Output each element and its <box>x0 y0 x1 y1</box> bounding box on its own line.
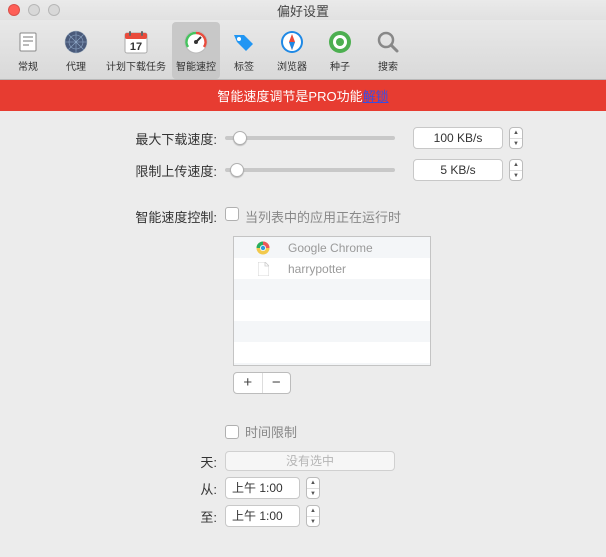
list-item <box>234 342 430 363</box>
add-app-button[interactable]: + <box>234 373 263 393</box>
chrome-icon <box>256 241 270 255</box>
max-download-row: 最大下载速度: 100 KB/s ▲▼ <box>30 127 576 149</box>
from-stepper[interactable]: ▲▼ <box>306 477 320 499</box>
tab-browsers[interactable]: 浏览器 <box>268 22 316 79</box>
calendar-icon: 17 <box>122 28 150 56</box>
tag-icon <box>230 28 258 56</box>
remove-app-button[interactable]: − <box>263 373 291 393</box>
time-limit-checkbox[interactable] <box>225 425 239 439</box>
day-select[interactable]: 没有选中 <box>225 451 395 471</box>
pro-banner: 智能速度调节是PRO功能解锁 <box>0 80 606 111</box>
list-item[interactable]: harrypotter <box>234 258 430 279</box>
smart-control-label: 智能速度控制: <box>30 207 225 226</box>
tab-search-label: 搜索 <box>378 58 398 73</box>
content: 最大下载速度: 100 KB/s ▲▼ 限制上传速度: 5 KB/s ▲▼ 智能… <box>0 111 606 557</box>
tab-search[interactable]: 搜索 <box>364 22 412 79</box>
search-icon <box>374 28 402 56</box>
list-item <box>234 363 430 366</box>
tab-tags[interactable]: 标签 <box>220 22 268 79</box>
tab-scheduler[interactable]: 17 计划下载任务 <box>100 22 172 79</box>
titlebar: 偏好设置 <box>0 0 606 20</box>
tab-general-label: 常规 <box>18 58 38 73</box>
tab-proxy[interactable]: 代理 <box>52 22 100 79</box>
tab-proxy-label: 代理 <box>66 58 86 73</box>
list-item <box>234 300 430 321</box>
stepper-up[interactable]: ▲ <box>510 128 522 139</box>
time-limit-row: 时间限制 <box>30 422 576 441</box>
stepper-up[interactable]: ▲ <box>510 160 522 171</box>
list-buttons: + − <box>233 372 291 394</box>
to-row: 至: 上午 1:00 ▲▼ <box>30 505 576 527</box>
tab-tags-label: 标签 <box>234 58 254 73</box>
list-item <box>234 279 430 300</box>
max-download-stepper[interactable]: ▲▼ <box>509 127 523 149</box>
unlock-link[interactable]: 解锁 <box>363 89 389 104</box>
gauge-icon <box>182 28 210 56</box>
app-name: Google Chrome <box>288 241 373 255</box>
stepper-down[interactable]: ▼ <box>510 139 522 149</box>
stepper-up[interactable]: ▲ <box>307 506 319 517</box>
app-name: harrypotter <box>288 262 346 276</box>
seed-icon <box>326 28 354 56</box>
to-time[interactable]: 上午 1:00 <box>225 505 300 527</box>
from-time[interactable]: 上午 1:00 <box>225 477 300 499</box>
toolbar: 常规 代理 17 计划下载任务 智能速控 标签 浏览器 种子 <box>0 20 606 80</box>
smart-control-check-label: 当列表中的应用正在运行时 <box>245 207 401 226</box>
list-item[interactable]: Google Chrome <box>234 237 430 258</box>
from-row: 从: 上午 1:00 ▲▼ <box>30 477 576 499</box>
time-limit-check-label: 时间限制 <box>245 422 297 441</box>
day-label: 天: <box>30 452 225 471</box>
limit-upload-slider[interactable] <box>225 168 395 172</box>
app-list[interactable]: Google Chrome harrypotter <box>233 236 431 366</box>
limit-upload-value[interactable]: 5 KB/s <box>413 159 503 181</box>
to-stepper[interactable]: ▲▼ <box>306 505 320 527</box>
to-label: 至: <box>30 507 225 526</box>
tab-smart-speed-label: 智能速控 <box>176 58 216 73</box>
max-download-slider[interactable] <box>225 136 395 140</box>
tab-scheduler-label: 计划下载任务 <box>106 58 166 73</box>
svg-text:17: 17 <box>130 41 142 53</box>
banner-text: 智能速度调节是PRO功能 <box>217 89 362 104</box>
tab-torrents[interactable]: 种子 <box>316 22 364 79</box>
tab-browsers-label: 浏览器 <box>277 58 307 73</box>
compass-icon <box>278 28 306 56</box>
max-download-value[interactable]: 100 KB/s <box>413 127 503 149</box>
smart-control-row: 智能速度控制: 当列表中的应用正在运行时 <box>30 207 576 226</box>
limit-upload-label: 限制上传速度: <box>30 161 225 180</box>
from-label: 从: <box>30 479 225 498</box>
max-download-label: 最大下载速度: <box>30 129 225 148</box>
file-icon <box>256 262 270 276</box>
stepper-down[interactable]: ▼ <box>307 517 319 527</box>
tab-smart-speed[interactable]: 智能速控 <box>172 22 220 79</box>
stepper-up[interactable]: ▲ <box>307 478 319 489</box>
tab-general[interactable]: 常规 <box>4 22 52 79</box>
day-row: 天: 没有选中 <box>30 451 576 471</box>
limit-upload-stepper[interactable]: ▲▼ <box>509 159 523 181</box>
general-icon <box>14 28 42 56</box>
list-item <box>234 321 430 342</box>
limit-upload-row: 限制上传速度: 5 KB/s ▲▼ <box>30 159 576 181</box>
proxy-icon <box>62 28 90 56</box>
window-title: 偏好设置 <box>0 1 606 20</box>
smart-control-checkbox[interactable] <box>225 207 239 221</box>
stepper-down[interactable]: ▼ <box>307 489 319 499</box>
stepper-down[interactable]: ▼ <box>510 171 522 181</box>
tab-torrents-label: 种子 <box>330 58 350 73</box>
